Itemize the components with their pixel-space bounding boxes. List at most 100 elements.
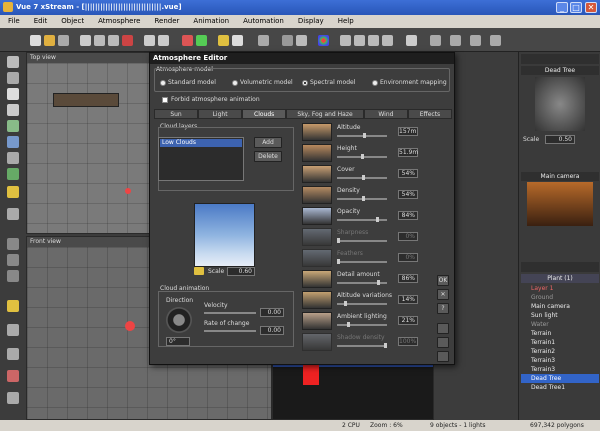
param-value-input[interactable]: 14% (398, 295, 418, 304)
object-preview[interactable] (535, 77, 585, 131)
param-slider-knob[interactable] (362, 133, 366, 138)
model-standard[interactable]: Standard model (160, 79, 216, 86)
render-area-icon[interactable] (196, 35, 207, 46)
rate-input[interactable]: 0.00 (260, 326, 284, 335)
param-value-input[interactable]: 54% (398, 190, 418, 199)
param-slider-knob[interactable] (377, 280, 381, 285)
cloud-preview[interactable] (194, 203, 255, 267)
tab-clouds[interactable]: Clouds (242, 109, 287, 119)
radio-spectral[interactable] (302, 79, 308, 86)
tree-item[interactable]: Water (521, 320, 599, 329)
tab-sky-fog-haze[interactable]: Sky, Fog and Haze (286, 109, 364, 119)
directional-light-icon[interactable] (7, 348, 19, 360)
param-value-input[interactable]: 84% (398, 211, 418, 220)
delete-icon[interactable] (122, 35, 133, 46)
tree-item[interactable]: Terrain1 (521, 338, 599, 347)
cut-icon[interactable] (80, 35, 91, 46)
param-slider-knob[interactable] (362, 196, 366, 201)
param-slider[interactable] (337, 175, 387, 180)
options-icon[interactable] (490, 35, 501, 46)
param-thumbnail[interactable] (302, 270, 332, 288)
cube-icon[interactable] (258, 35, 269, 46)
tree-item[interactable]: Terrain3 (521, 356, 599, 365)
radio-environment[interactable] (372, 79, 378, 86)
panel-tabs[interactable] (521, 54, 599, 64)
tab-light[interactable]: Light (198, 109, 243, 119)
radio-volumetric[interactable] (232, 79, 238, 86)
tree-tabs[interactable] (521, 262, 599, 272)
menu-render[interactable]: Render (154, 17, 179, 28)
scale-picker-icon[interactable] (194, 267, 204, 275)
param-slider[interactable] (337, 238, 387, 243)
layout-icon[interactable] (470, 35, 481, 46)
param-slider[interactable] (337, 343, 387, 348)
cloud-icon[interactable] (232, 35, 243, 46)
rotate-icon[interactable] (296, 35, 307, 46)
param-thumbnail[interactable] (302, 186, 332, 204)
tree-item[interactable]: Main camera (521, 302, 599, 311)
maximize-button[interactable]: □ (570, 2, 582, 13)
light-icon[interactable] (7, 186, 19, 198)
param-slider-knob[interactable] (360, 154, 364, 159)
param-thumbnail[interactable] (302, 249, 332, 267)
delete-layer-button[interactable]: Delete (254, 151, 282, 162)
param-slider-knob[interactable] (337, 238, 340, 243)
menu-object[interactable]: Object (61, 17, 84, 28)
effects-icon[interactable] (7, 370, 19, 382)
menu-animation[interactable]: Animation (193, 17, 229, 28)
rate-slider[interactable] (204, 330, 256, 332)
terrain-object[interactable] (53, 93, 119, 107)
param-value-input[interactable]: 157m (398, 127, 418, 136)
cloud-layer-item[interactable]: Low Clouds (160, 139, 242, 147)
tree-item[interactable]: Dead Tree (521, 374, 599, 383)
param-slider-knob[interactable] (376, 217, 380, 222)
move-icon[interactable] (282, 35, 293, 46)
param-slider[interactable] (337, 259, 387, 264)
edit-preset-icon[interactable] (437, 337, 449, 348)
param-value-input[interactable]: 21% (398, 316, 418, 325)
undo-icon[interactable] (144, 35, 155, 46)
open-folder-icon[interactable] (44, 35, 55, 46)
tree-item[interactable]: Dead Tree1 (521, 383, 599, 392)
object-scale-input[interactable]: 0.50 (545, 135, 575, 144)
menu-file[interactable]: File (8, 17, 20, 28)
terrain-icon[interactable] (7, 120, 19, 132)
velocity-input[interactable]: 0.00 (260, 308, 284, 317)
redo-icon[interactable] (158, 35, 169, 46)
menu-display[interactable]: Display (298, 17, 324, 28)
cloud-layers-list[interactable]: Low Clouds (158, 137, 244, 181)
param-slider-knob[interactable] (384, 343, 387, 348)
tree-item[interactable]: Terrain3 (521, 365, 599, 374)
text-icon[interactable] (7, 88, 19, 100)
render-icon[interactable] (182, 35, 193, 46)
menu-atmosphere[interactable]: Atmosphere (98, 17, 140, 28)
boolean-icon[interactable] (7, 238, 19, 250)
direction-dial[interactable] (166, 307, 192, 333)
water-icon[interactable] (7, 136, 19, 148)
param-slider-knob[interactable] (346, 322, 350, 327)
zoom-in-icon[interactable] (354, 35, 365, 46)
param-thumbnail[interactable] (302, 228, 332, 246)
paste-icon[interactable] (108, 35, 119, 46)
save-preset-icon[interactable] (437, 351, 449, 362)
sphere-icon[interactable] (7, 56, 19, 68)
param-thumbnail[interactable] (302, 312, 332, 330)
new-file-icon[interactable] (30, 35, 41, 46)
param-thumbnail[interactable] (302, 165, 332, 183)
param-value-input[interactable]: 86% (398, 274, 418, 283)
tab-effects[interactable]: Effects (407, 109, 453, 119)
param-thumbnail[interactable] (302, 291, 332, 309)
tree-item[interactable]: Terrain (521, 329, 599, 338)
add-layer-button[interactable]: Add (254, 137, 282, 148)
radio-standard[interactable] (160, 79, 166, 86)
param-value-input[interactable]: 51.9m (398, 148, 418, 157)
box-icon[interactable] (7, 72, 19, 84)
param-slider[interactable] (337, 280, 387, 285)
param-slider[interactable] (337, 301, 387, 306)
camera-preview[interactable] (527, 182, 593, 226)
ok-button[interactable]: OK (437, 275, 449, 286)
direction-input[interactable]: 0° (166, 337, 190, 346)
spot-light-icon[interactable] (7, 324, 19, 336)
param-thumbnail[interactable] (302, 207, 332, 225)
app-icon[interactable] (3, 2, 13, 12)
